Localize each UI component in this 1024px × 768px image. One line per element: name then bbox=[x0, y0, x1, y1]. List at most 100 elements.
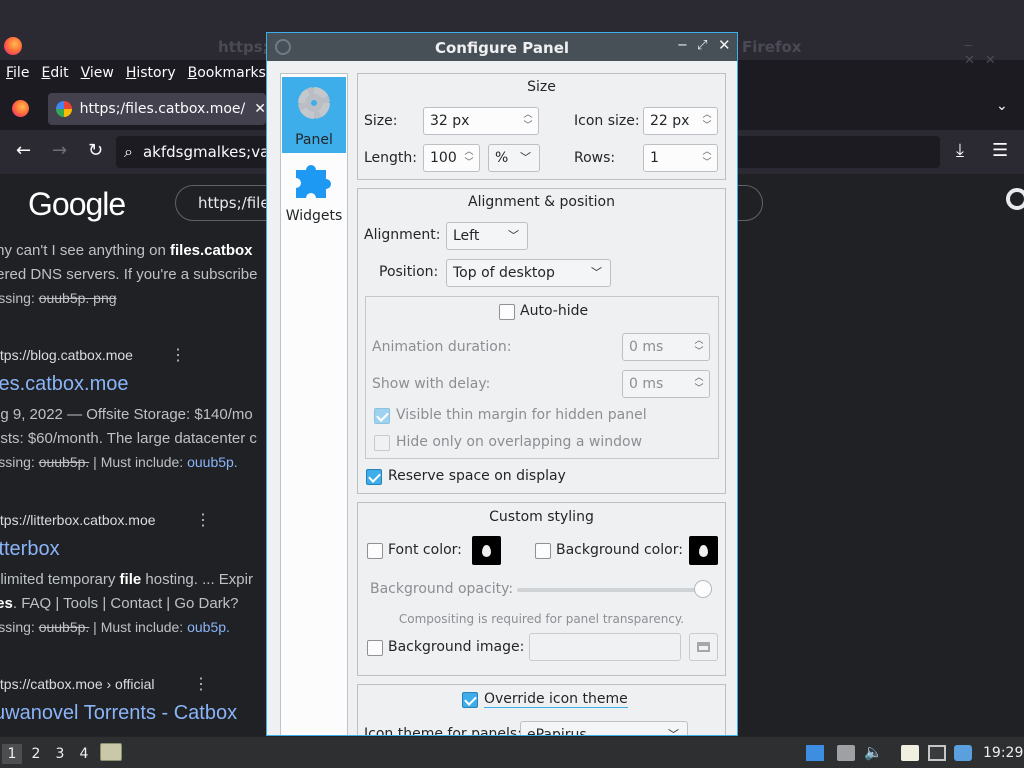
length-unit-select[interactable]: % ﹀ bbox=[488, 144, 540, 172]
spin-arrows-icon[interactable]: ︿ ﹀ bbox=[522, 110, 534, 132]
menu-bookmarks[interactable]: Bookmarks bbox=[188, 65, 266, 81]
firefox-window-buttons[interactable]: ‒✕✕ bbox=[964, 38, 1024, 68]
forward-icon[interactable]: → bbox=[52, 142, 67, 160]
slider-handle[interactable] bbox=[694, 580, 712, 598]
icon-theme-select[interactable]: ePapirus ﹀ bbox=[520, 721, 688, 736]
more-options-icon[interactable]: ⋮ bbox=[195, 510, 211, 530]
network-icon[interactable] bbox=[928, 745, 946, 761]
reserve-space-label: Reserve space on display bbox=[388, 468, 566, 484]
bg-color-picker-icon[interactable] bbox=[689, 536, 718, 565]
workspace-4[interactable]: 4 bbox=[74, 744, 94, 764]
tab-close-icon[interactable]: ✕ bbox=[254, 101, 266, 117]
chevron-down-icon: ﹀ bbox=[520, 151, 531, 164]
sidebar-item-widgets[interactable]: Widgets bbox=[282, 158, 346, 230]
settings-gear-icon[interactable] bbox=[1006, 188, 1024, 210]
chevron-down-icon: ﹀ bbox=[508, 229, 519, 242]
font-color-label: Font color: bbox=[388, 542, 462, 558]
google-favicon-icon bbox=[56, 101, 72, 117]
group-title: Size bbox=[527, 79, 556, 95]
override-icon-theme-label: Override icon theme bbox=[484, 691, 628, 708]
bg-opacity-slider[interactable] bbox=[517, 580, 712, 598]
bg-color-label: Background color: bbox=[556, 542, 683, 558]
result-url[interactable]: ttps://blog.catbox.moe bbox=[0, 347, 133, 363]
menu-edit[interactable]: Edit bbox=[41, 65, 68, 81]
thin-margin-checkbox[interactable] bbox=[374, 408, 390, 424]
chevron-down-icon: ﹀ bbox=[668, 728, 679, 736]
app-menu-icon[interactable]: ☰ bbox=[992, 142, 1008, 160]
bg-image-checkbox[interactable] bbox=[367, 640, 383, 656]
animation-duration-spinbox[interactable]: 0 ms ︿ ﹀ bbox=[622, 333, 710, 361]
bg-color-checkbox[interactable] bbox=[535, 543, 551, 559]
result-snippet: ug 9, 2022 — Offsite Storage: $140/mo bbox=[0, 406, 253, 423]
volume-icon[interactable]: 🔈 bbox=[864, 743, 883, 761]
display-icon[interactable] bbox=[806, 745, 824, 761]
result-snippet: tered DNS servers. If you're a subscribe bbox=[0, 266, 258, 283]
autohide-checkbox[interactable] bbox=[499, 304, 515, 320]
browser-tab[interactable]: https;/files.catbox.moe/o ✕ bbox=[48, 93, 266, 125]
reload-icon[interactable]: ↻ bbox=[88, 142, 103, 160]
spin-arrows-icon[interactable]: ︿ ﹀ bbox=[701, 110, 713, 132]
length-spinbox[interactable]: 100 ︿ ﹀ bbox=[423, 144, 480, 172]
menu-file[interactable]: File bbox=[6, 65, 29, 81]
menu-history[interactable]: History bbox=[126, 65, 176, 81]
result-snippet: /hy can't I see anything on files.catbox bbox=[0, 242, 253, 259]
show-delay-spinbox[interactable]: 0 ms ︿ ﹀ bbox=[622, 370, 710, 398]
spin-arrows-icon[interactable]: ︿ ﹀ bbox=[463, 147, 475, 169]
more-options-icon[interactable]: ⋮ bbox=[170, 345, 186, 365]
result-url[interactable]: ttps://catbox.moe › official bbox=[0, 676, 154, 692]
show-delay-label: Show with delay: bbox=[372, 376, 491, 392]
length-label: Length: bbox=[364, 150, 418, 166]
size-group: Size Size: 32 px ︿ ﹀ Icon size: 22 px ︿ ﹀ Le… bbox=[357, 73, 726, 180]
list-all-tabs-icon[interactable]: ⌄ bbox=[996, 98, 1008, 114]
reserve-space-checkbox[interactable] bbox=[366, 469, 382, 485]
font-color-picker-icon[interactable] bbox=[472, 536, 501, 565]
firefox-view-icon[interactable] bbox=[12, 100, 29, 117]
notes-icon[interactable] bbox=[901, 745, 919, 761]
gear-icon bbox=[298, 87, 330, 119]
spin-arrows-icon[interactable]: ︿ ﹀ bbox=[693, 373, 705, 395]
rows-spinbox[interactable]: 1 ︿ ﹀ bbox=[643, 144, 718, 172]
updates-icon[interactable] bbox=[954, 745, 972, 761]
menu-view[interactable]: View bbox=[81, 65, 114, 81]
dialog-title: Configure Panel bbox=[434, 39, 570, 57]
result-title[interactable]: les.catbox.moe bbox=[0, 373, 129, 396]
minimize-icon[interactable]: − bbox=[677, 39, 688, 53]
spin-arrows-icon[interactable]: ︿ ﹀ bbox=[693, 336, 705, 358]
result-title[interactable]: uwanovel Torrents - Catbox bbox=[0, 702, 237, 725]
size-spinbox[interactable]: 32 px ︿ ﹀ bbox=[423, 107, 539, 135]
bg-image-browse-button[interactable] bbox=[689, 633, 718, 661]
workspace-1[interactable]: 1 bbox=[2, 744, 22, 764]
result-url[interactable]: ttps://litterbox.catbox.moe bbox=[0, 512, 156, 528]
maximize-icon[interactable]: ⤢ bbox=[697, 39, 707, 53]
hide-overlap-checkbox[interactable] bbox=[374, 435, 390, 451]
alignment-position-group: Alignment & position Alignment: Left ﹀ Po… bbox=[357, 188, 726, 494]
animation-duration-label: Animation duration: bbox=[372, 339, 512, 355]
font-color-checkbox[interactable] bbox=[367, 543, 383, 559]
google-logo[interactable]: Google bbox=[28, 186, 126, 223]
result-title[interactable]: itterbox bbox=[0, 538, 60, 561]
alignment-select[interactable]: Left ﹀ bbox=[446, 222, 528, 250]
sidebar-item-panel[interactable]: Panel bbox=[282, 77, 346, 153]
workspace-3[interactable]: 3 bbox=[50, 744, 70, 764]
position-select[interactable]: Top of desktop ﹀ bbox=[446, 259, 611, 287]
icon-size-label: Icon size: bbox=[574, 113, 640, 129]
dialog-sidebar: Panel Widgets bbox=[280, 73, 348, 735]
override-icon-theme-checkbox[interactable] bbox=[462, 692, 478, 708]
close-icon[interactable]: ✕ bbox=[718, 38, 731, 53]
downloads-icon[interactable]: ⤓ bbox=[956, 142, 964, 160]
clock[interactable]: 19:29 bbox=[983, 745, 1023, 761]
back-icon[interactable]: ← bbox=[16, 142, 31, 160]
result-snippet: nlimited temporary file hosting. ... Exp… bbox=[0, 571, 253, 588]
alignment-label: Alignment: bbox=[364, 227, 441, 243]
clipboard-icon[interactable] bbox=[837, 745, 855, 761]
icon-theme-label: Icon theme for panels: bbox=[364, 726, 522, 736]
more-options-icon[interactable]: ⋮ bbox=[193, 674, 209, 694]
dialog-titlebar[interactable]: Configure Panel − ⤢ ✕ bbox=[267, 33, 737, 61]
configure-panel-dialog: Configure Panel − ⤢ ✕ Panel Widgets Size… bbox=[266, 32, 738, 736]
spin-arrows-icon[interactable]: ︿ ﹀ bbox=[701, 147, 713, 169]
workspace-2[interactable]: 2 bbox=[26, 744, 46, 764]
file-manager-icon[interactable] bbox=[100, 743, 122, 761]
bg-image-path-field[interactable] bbox=[529, 633, 681, 661]
autohide-group: Auto-hide Animation duration: 0 ms ︿ ﹀ Sho… bbox=[365, 296, 719, 459]
icon-size-spinbox[interactable]: 22 px ︿ ﹀ bbox=[643, 107, 718, 135]
